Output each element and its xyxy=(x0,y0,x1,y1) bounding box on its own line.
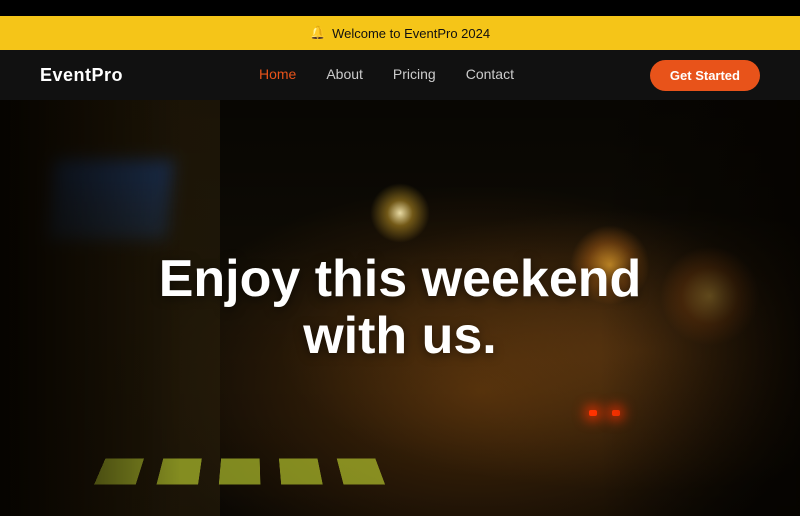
nav-item-home[interactable]: Home xyxy=(259,66,296,84)
nav-links: Home About Pricing Contact xyxy=(259,66,514,84)
nav-link-contact[interactable]: Contact xyxy=(466,66,514,82)
announcement-text: Welcome to EventPro 2024 xyxy=(332,26,490,41)
street-light-center xyxy=(370,183,430,243)
nav-link-pricing[interactable]: Pricing xyxy=(393,66,436,82)
nav-item-pricing[interactable]: Pricing xyxy=(393,66,436,84)
hero-section: Enjoy this weekend with us. xyxy=(0,100,800,516)
nav-item-contact[interactable]: Contact xyxy=(466,66,514,84)
nav-link-about[interactable]: About xyxy=(326,66,363,82)
taillight-left xyxy=(589,410,597,416)
announcement-icon: 🔔 xyxy=(310,25,326,41)
dark-overlay-left xyxy=(0,100,180,516)
nav-link-home[interactable]: Home xyxy=(259,66,296,82)
hero-content: Enjoy this weekend with us. xyxy=(159,251,642,365)
hero-title: Enjoy this weekend with us. xyxy=(159,251,642,365)
hero-title-line1: Enjoy this weekend xyxy=(159,250,642,308)
announcement-bar: 🔔 Welcome to EventPro 2024 xyxy=(0,16,800,50)
hero-title-line2: with us. xyxy=(303,307,497,365)
navbar: EventPro Home About Pricing Contact Get … xyxy=(0,50,800,100)
top-bar xyxy=(0,0,800,16)
get-started-button[interactable]: Get Started xyxy=(650,60,760,91)
nav-logo[interactable]: EventPro xyxy=(40,65,123,86)
nav-item-about[interactable]: About xyxy=(326,66,363,84)
